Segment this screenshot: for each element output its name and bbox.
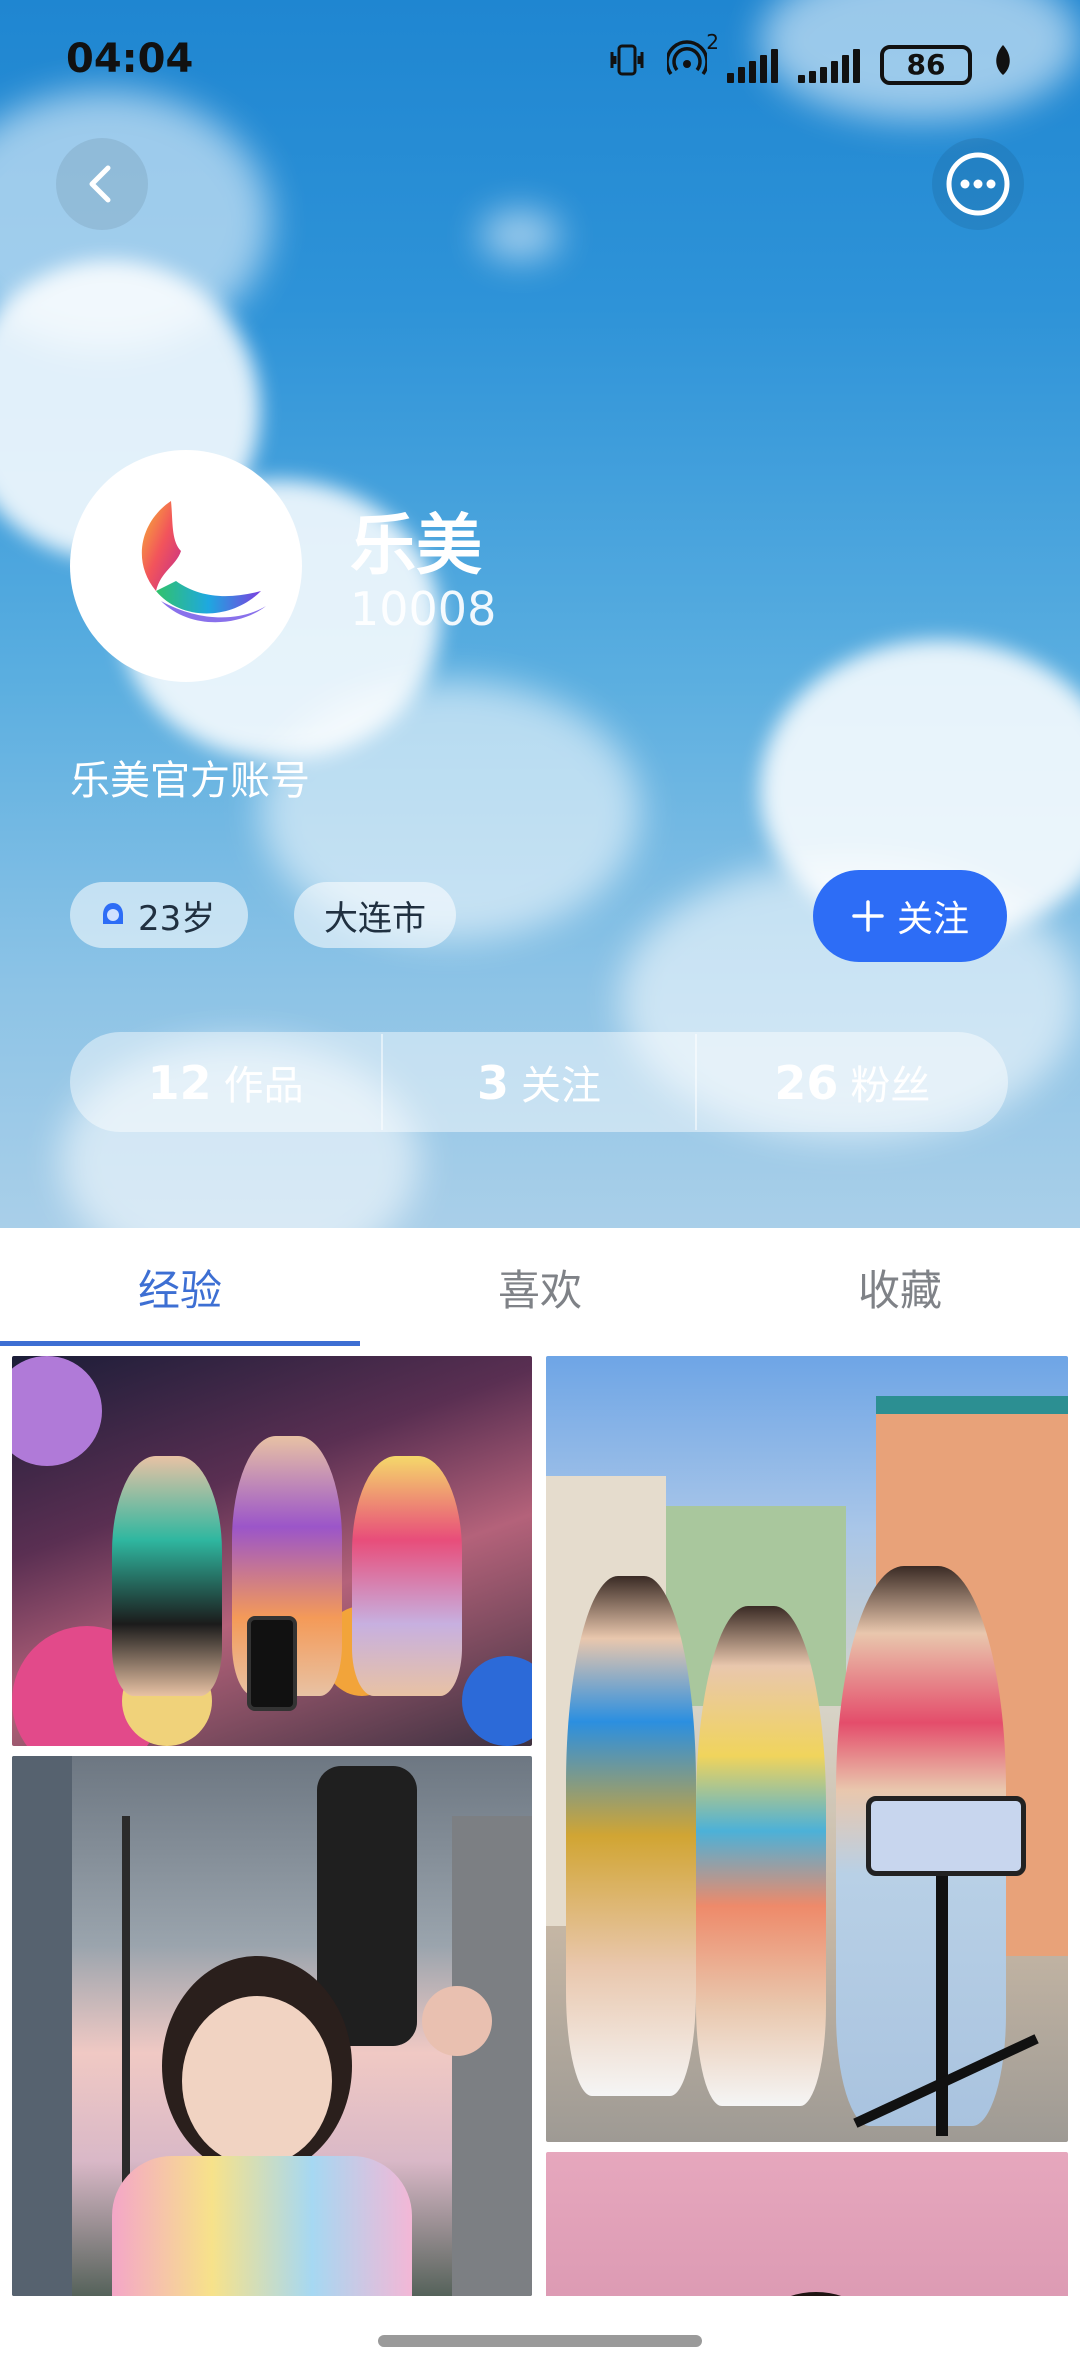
hotspot-icon: 2: [665, 30, 719, 89]
female-user-icon: [103, 903, 123, 924]
home-indicator[interactable]: [378, 2335, 702, 2347]
back-button[interactable]: [56, 138, 148, 230]
city-text: 大连市: [324, 898, 426, 939]
follow-label: 关注: [896, 899, 969, 940]
stat-label: 关注: [521, 1063, 601, 1109]
phone-image-detail: [247, 1616, 297, 1711]
signal-icon: [798, 47, 860, 83]
chevron-left-icon: [89, 165, 111, 203]
tab-experience[interactable]: 经验: [0, 1228, 360, 1346]
signal-icon: [727, 47, 778, 83]
plus-icon: [852, 900, 884, 932]
cloud-decoration: [480, 210, 560, 260]
profile-id: 10008: [350, 582, 497, 636]
balloon-image-detail: [12, 1356, 102, 1466]
person-image-detail: [566, 1576, 696, 2096]
stat-works[interactable]: 12 作品: [70, 1053, 381, 1111]
tab-likes[interactable]: 喜欢: [360, 1228, 720, 1346]
more-button[interactable]: [932, 138, 1024, 230]
age-text: 23岁: [138, 898, 216, 939]
building-image-detail: [12, 1756, 72, 2296]
post-card-photo[interactable]: [12, 1356, 532, 1746]
network-superscript: 2: [706, 30, 719, 54]
person-image-detail: [112, 1456, 222, 1696]
person-image-detail: [696, 1606, 826, 2106]
stat-label: 作品: [223, 1063, 304, 1109]
tripod-image-detail: [936, 1876, 948, 2136]
profile-name: 乐美: [350, 507, 482, 584]
battery-icon: 86: [880, 44, 972, 85]
profile-bio: 乐美官方账号: [70, 758, 310, 804]
status-bar: 04:04 2 86: [0, 0, 1080, 120]
post-card-photo[interactable]: [546, 1356, 1068, 2142]
charging-leaf-icon: [992, 43, 1014, 86]
post-grid: [0, 1346, 1080, 2296]
content-tabs: 经验 喜欢 收藏: [0, 1228, 1080, 1346]
post-card-photo[interactable]: [12, 1756, 532, 2296]
hand-image-detail: [422, 1986, 492, 2056]
post-card-photo[interactable]: [546, 2152, 1068, 2296]
stat-number: 3: [476, 1056, 509, 1110]
stat-number: 26: [774, 1056, 839, 1110]
shirt-image-detail: [112, 2156, 412, 2296]
phone-image-detail: [866, 1796, 1026, 1876]
age-tag: 23岁: [70, 882, 248, 948]
follow-button[interactable]: 关注: [813, 870, 1007, 962]
hair-image-detail: [746, 2292, 886, 2296]
status-time: 04:04: [66, 36, 194, 82]
city-tag: 大连市: [294, 882, 456, 948]
stat-label: 粉丝: [850, 1063, 931, 1109]
stat-number: 12: [147, 1056, 212, 1110]
person-image-detail: [352, 1456, 462, 1696]
face-image-detail: [182, 1996, 332, 2166]
brand-logo-icon: [141, 501, 266, 623]
profile-header: 04:04 2 86 乐美 10008 乐美官方账号 23岁 大连市 关注 12…: [0, 0, 1080, 1228]
stats-bar: 12 作品 3 关注 26 粉丝: [70, 1032, 1008, 1132]
status-icons: 2 86: [607, 30, 1014, 89]
stat-followers[interactable]: 26 粉丝: [697, 1053, 1008, 1111]
tab-favorites[interactable]: 收藏: [720, 1228, 1080, 1346]
vibrate-icon: [607, 40, 647, 89]
avatar[interactable]: [70, 450, 302, 682]
stat-following[interactable]: 3 关注: [383, 1053, 694, 1111]
balloon-image-detail: [462, 1656, 532, 1746]
more-horizontal-icon: [946, 152, 1010, 216]
building-image-detail: [452, 1816, 532, 2296]
